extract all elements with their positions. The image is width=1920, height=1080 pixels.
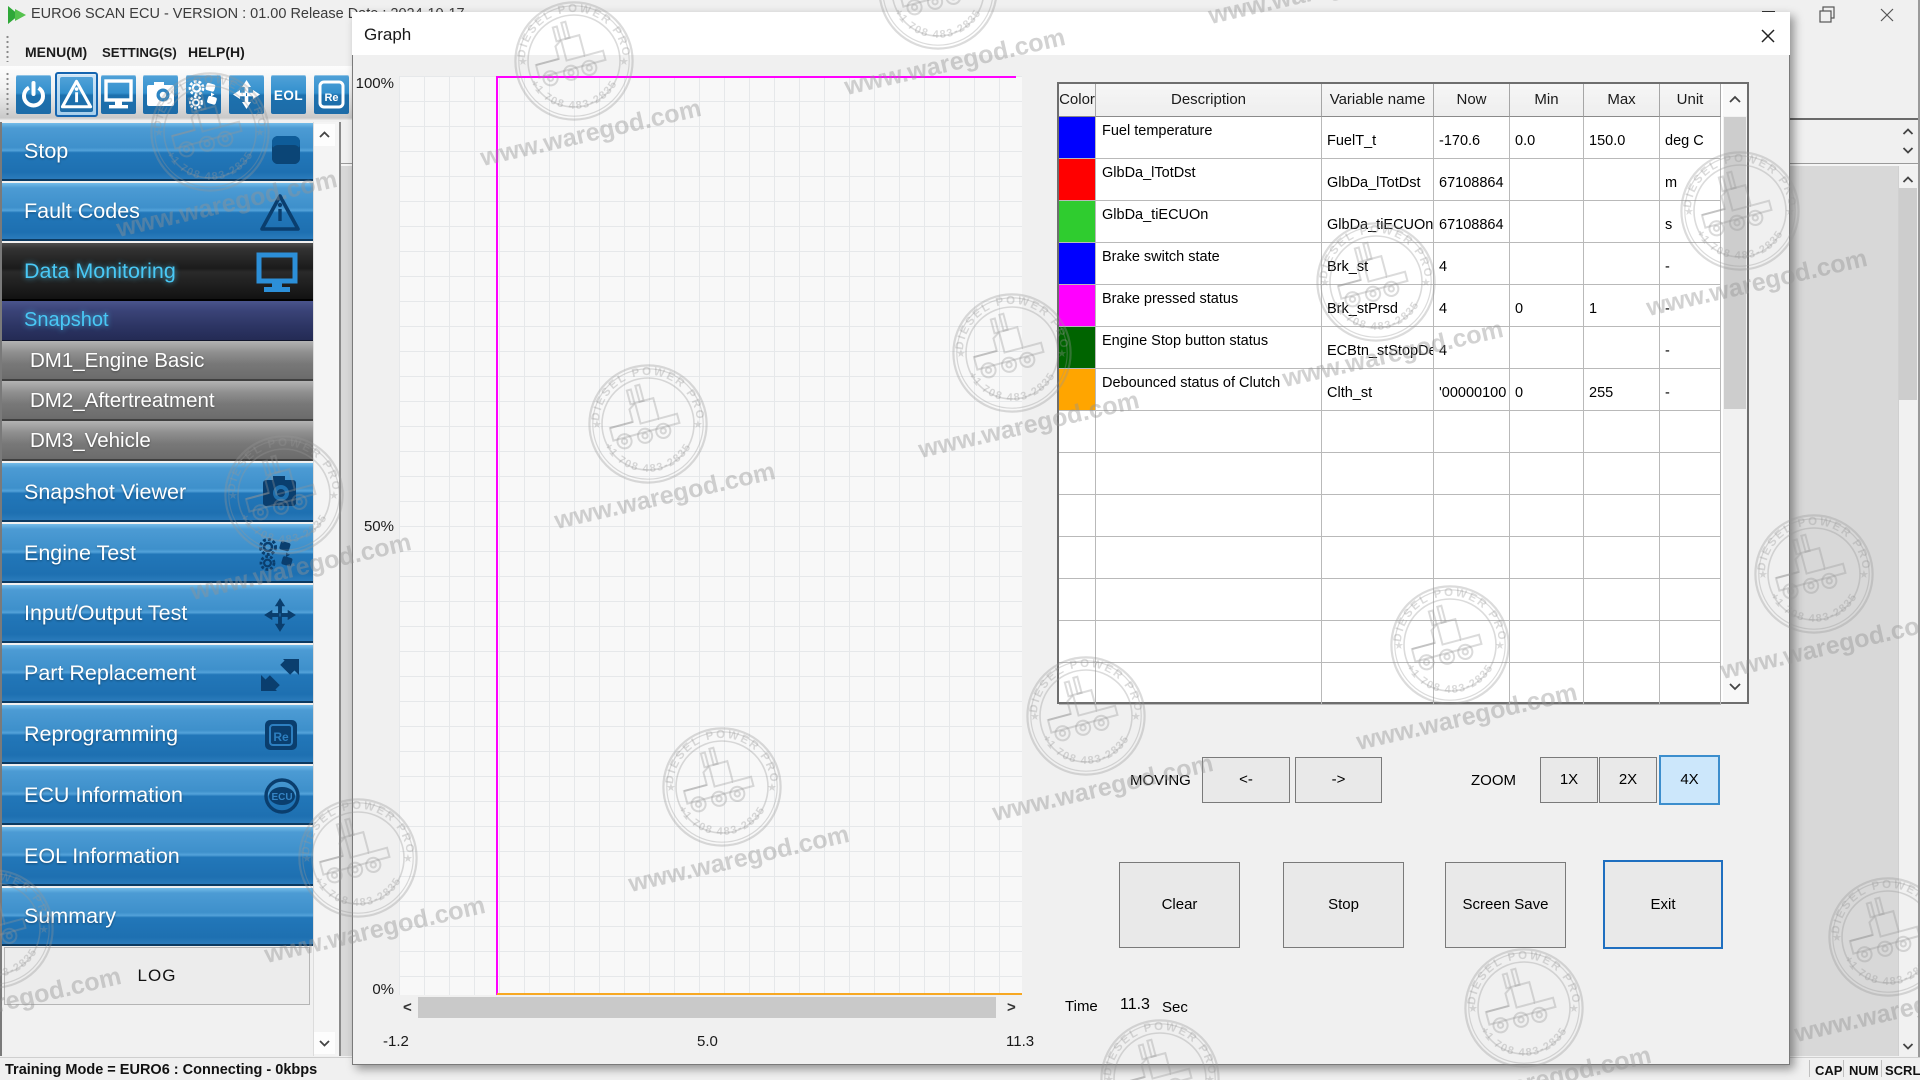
svg-text:Re: Re [273, 730, 289, 744]
svg-text:ECU: ECU [271, 792, 292, 803]
svg-text:Re: Re [324, 92, 338, 104]
svg-text:EOL: EOL [274, 88, 303, 103]
